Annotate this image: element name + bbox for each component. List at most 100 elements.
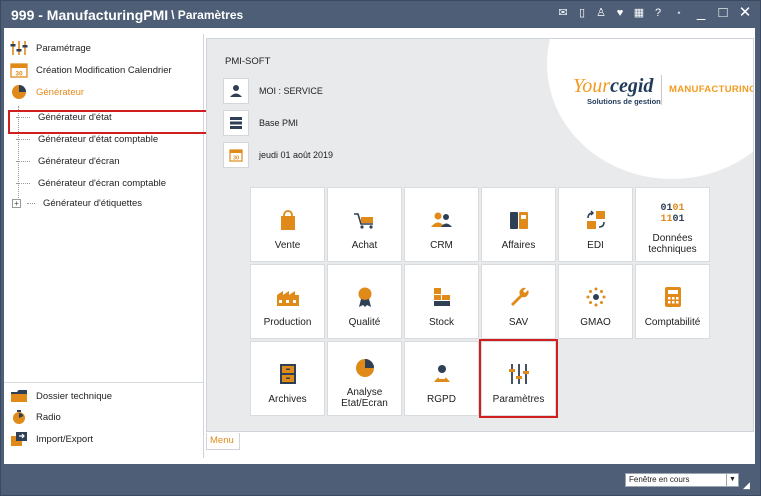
user-icon (223, 78, 249, 104)
tab-menu[interactable]: Menu (206, 433, 240, 450)
info-user-text: MOI : SERVICE (259, 86, 323, 96)
wrench-icon (510, 287, 529, 306)
info-date: 30 jeudi 01 août 2019 (223, 142, 333, 168)
info-date-text: jeudi 01 août 2019 (259, 150, 334, 160)
tile-label: CRM (430, 240, 453, 251)
database-icon (223, 110, 249, 136)
close-button[interactable]: ✕ (738, 4, 752, 22)
app-subtitle: \ Paramètres (171, 7, 244, 22)
minimize-button[interactable]: _ (694, 4, 708, 22)
sidebar-item-radio[interactable]: Radio (10, 407, 61, 427)
tile-production[interactable]: Production (250, 264, 325, 339)
sidebar-item-label: Import/Export (36, 433, 94, 445)
sidebar-item-parametrage[interactable]: Paramétrage (10, 38, 91, 58)
people-icon (430, 212, 452, 227)
tile-label: Archives (268, 394, 307, 405)
info-database-text: Base PMI (259, 118, 299, 128)
tile-crm[interactable]: CRM (404, 187, 479, 262)
window-select[interactable]: Fenêtre en cours ▼ (625, 473, 739, 487)
sidebar-item-label: Générateur (36, 86, 85, 98)
module-tiles: Vente Achat CRM Affaires EDI 0101 1101 D… (250, 187, 710, 418)
sidebar-item-calendrier[interactable]: 30 Création Modification Calendrier (10, 60, 172, 80)
tile-archives[interactable]: Archives (250, 341, 325, 416)
help-icon[interactable]: ? (652, 6, 664, 20)
sidebar-item-label: Dossier technique (36, 390, 113, 402)
resize-grip-icon[interactable]: ◢ (743, 480, 753, 490)
logo-part-your: Your (573, 75, 611, 97)
tile-gmao[interactable]: GMAO (558, 264, 633, 339)
logo-background (547, 39, 753, 179)
pin-icon[interactable]: • (672, 4, 686, 22)
sidebar-item-label: Paramétrage (36, 42, 91, 54)
sidebar-item-import-export[interactable]: Import/Export (10, 429, 93, 449)
cabinet-icon (279, 364, 296, 384)
tile-label-line: Analyse (346, 387, 383, 398)
tile-parametres[interactable]: Paramètres (479, 339, 558, 418)
logo-product: MANUFACTURING (669, 84, 754, 95)
window-controls: • _ □ ✕ (672, 4, 752, 22)
info-user: MOI : SERVICE (223, 78, 323, 104)
selection-highlight (8, 110, 214, 134)
client-area: Paramétrage 30 Création Modification Cal… (4, 28, 755, 464)
document-icon[interactable]: ▯ (576, 6, 588, 20)
tile-label: Qualité (348, 317, 381, 328)
calculator-icon (664, 287, 681, 307)
tile-label-line: techniques (648, 244, 697, 255)
binary-line: 1101 (660, 214, 685, 225)
phone-icon (509, 212, 528, 229)
tile-achat[interactable]: Achat (327, 187, 402, 262)
tile-label-line: Données (652, 233, 693, 244)
tree-connector (27, 202, 35, 204)
heart-icon[interactable]: ♥ (614, 6, 626, 20)
chevron-down-icon[interactable]: ▼ (726, 474, 738, 486)
radio-icon (13, 410, 25, 424)
tile-stock[interactable]: Stock (404, 264, 479, 339)
binary-icon: 0101 1101 (636, 202, 709, 226)
logo-separator (661, 75, 662, 105)
tile-sav[interactable]: SAV (481, 264, 556, 339)
status-bar: Fenêtre en cours ▼ ◢ (4, 468, 755, 492)
tile-rgpd[interactable]: RGPD (404, 341, 479, 416)
tree-connector (16, 182, 30, 184)
tile-qualite[interactable]: Qualité (327, 264, 402, 339)
tile-label: SAV (508, 317, 529, 328)
tile-label-line: Etat/Ecran (341, 398, 388, 409)
tile-vente[interactable]: Vente (250, 187, 325, 262)
mail-icon[interactable]: ✉ (557, 6, 569, 20)
folder-icon (11, 390, 27, 402)
bag-icon (280, 210, 295, 230)
tree-item-generateur-ecran-comptable[interactable]: Générateur d'écran comptable (16, 173, 166, 193)
tile-analyse-etat-ecran[interactable]: Analyse Etat/Ecran (327, 341, 402, 416)
tile-label: Comptabilité (644, 317, 701, 328)
main-panel: Yourcegid Solutions de gestion MANUFACTU… (206, 38, 754, 432)
tile-affaires[interactable]: Affaires (481, 187, 556, 262)
title-toolbar: ✉ ▯ ♙ ♥ ▦ ? (557, 6, 664, 20)
tile-comptabilite[interactable]: Comptabilité (635, 264, 710, 339)
maximize-button[interactable]: □ (716, 4, 730, 22)
import-export-icon (11, 432, 27, 446)
person-badge-icon (433, 365, 450, 382)
sliders-icon (10, 41, 28, 55)
tile-donnees-techniques[interactable]: 0101 1101 Données techniques (635, 187, 710, 262)
exchange-icon (586, 210, 605, 229)
sliders-icon (508, 364, 529, 384)
logo-part-cegid: cegid (610, 75, 654, 97)
tree-item-generateur-ecran[interactable]: Générateur d'écran (16, 151, 120, 171)
company-name: PMI-SOFT (225, 56, 271, 67)
user-icon[interactable]: ♙ (595, 6, 607, 20)
sidebar-item-dossier-technique[interactable]: Dossier technique (10, 386, 112, 406)
binary-line: 0101 (660, 203, 685, 214)
tree-item-generateur-etiquettes[interactable]: + Générateur d'étiquettes (12, 193, 142, 213)
tile-label: GMAO (580, 317, 611, 328)
tile-edi[interactable]: EDI (558, 187, 633, 262)
tree-item-label: Générateur d'état comptable (38, 133, 159, 145)
expand-icon[interactable]: + (12, 198, 21, 208)
svg-text:30: 30 (233, 156, 239, 162)
grid-icon[interactable]: ▦ (633, 6, 645, 20)
calendar-icon: 30 (223, 142, 249, 168)
sidebar-item-label: Radio (36, 411, 61, 423)
tile-label: Paramètres (492, 394, 545, 405)
tree-connector (16, 138, 30, 140)
sidebar-item-generateur[interactable]: Générateur (10, 82, 84, 102)
tile-label: RGPD (427, 394, 456, 405)
